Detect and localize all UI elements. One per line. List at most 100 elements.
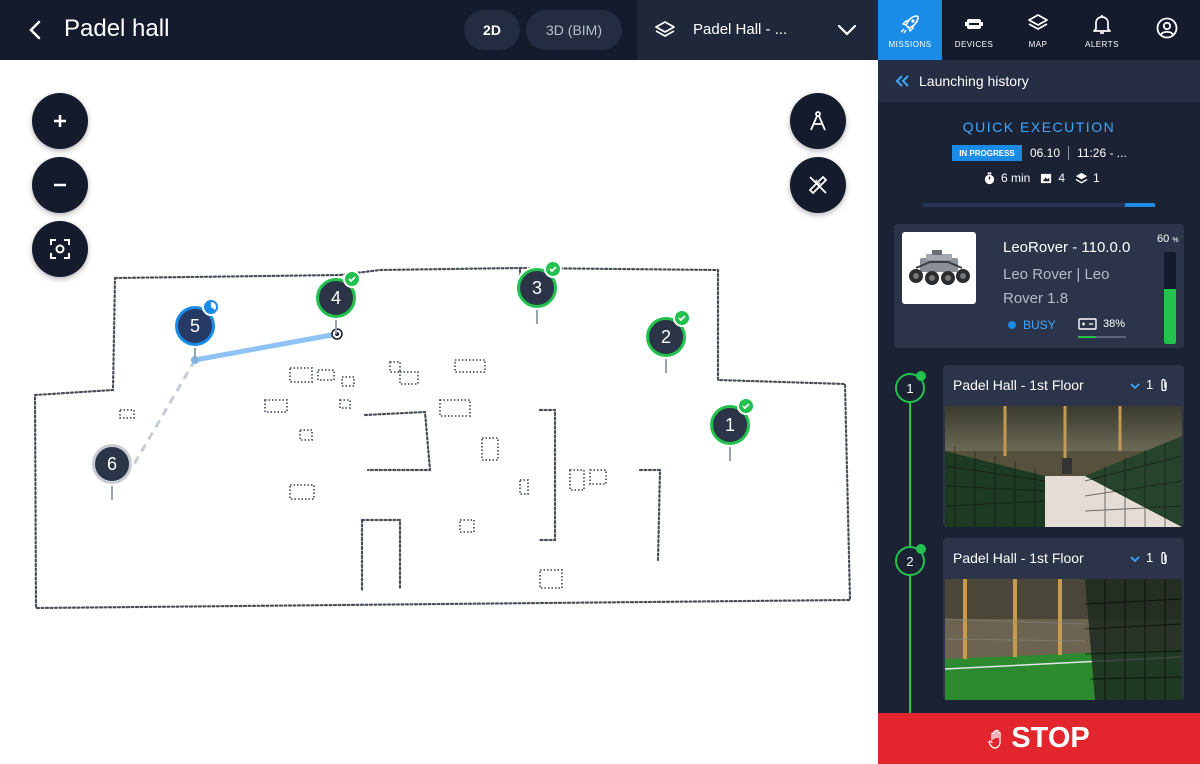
stop-button[interactable]: STOP	[878, 713, 1200, 764]
waypoint-stem	[335, 316, 337, 334]
attachment-count: 1	[1146, 550, 1154, 565]
launching-history-link[interactable]: Launching history	[878, 60, 1200, 102]
ruler-pencil-icon	[808, 175, 828, 195]
waypoint-stem	[665, 355, 667, 373]
photos-icon	[1041, 173, 1052, 183]
check-icon	[343, 270, 361, 288]
waypoint-stem	[536, 306, 538, 324]
rocket-icon	[900, 14, 919, 33]
duration-value: 6 min	[1001, 171, 1031, 185]
back-button[interactable]	[22, 16, 50, 44]
floor-plan-wall	[360, 518, 402, 592]
level-value: 60	[1157, 233, 1170, 245]
main-nav: MISSIONS DEVICES MAP ALERTS	[878, 0, 1200, 60]
floor-select-value: Padel Hall - ...	[693, 21, 788, 38]
step-number-value: 2	[906, 553, 914, 569]
nav-label: MISSIONS	[888, 39, 932, 49]
battery-icon	[1078, 318, 1097, 330]
stopwatch-icon	[984, 171, 995, 184]
battery-value: 38%	[1103, 318, 1126, 330]
waypoint-1[interactable]: 1	[708, 397, 755, 465]
waypoint-5[interactable]: 5	[173, 298, 220, 366]
level-gauge	[1164, 252, 1176, 344]
floor-plan-wall	[363, 410, 432, 472]
step-photo[interactable]	[945, 579, 1182, 700]
minus-icon	[54, 183, 66, 187]
app-root: Padel hall 2D 3D (BIM) Padel Hall - ... …	[0, 0, 1200, 764]
mission-date: 06.10	[1030, 146, 1061, 160]
zoom-out-button[interactable]	[32, 157, 88, 213]
view-2d-button[interactable]: 2D	[464, 10, 520, 50]
page-title: Padel hall	[64, 15, 170, 42]
robot-name: LeoRover - 110.0.0	[1003, 239, 1131, 256]
compass-icon	[810, 111, 826, 131]
profile-button[interactable]	[1134, 0, 1200, 60]
mission-progress-fill	[1124, 203, 1155, 207]
waypoint-3[interactable]: 3	[515, 260, 562, 328]
check-icon	[673, 309, 691, 327]
layers-value: 1	[1093, 171, 1100, 185]
paperclip-icon[interactable]	[1159, 378, 1169, 394]
recenter-button[interactable]	[32, 221, 88, 277]
map-canvas[interactable]: 1 2 3 4 5 6	[0, 60, 878, 764]
edit-tools-button[interactable]	[790, 157, 846, 213]
devices-icon	[965, 18, 983, 29]
nav-missions[interactable]: MISSIONS	[878, 0, 942, 60]
robot-status: BUSY	[1008, 318, 1056, 332]
step-title: Padel Hall - 1st Floor	[953, 377, 1084, 393]
robot-card[interactable]: LeoRover - 110.0.0 Leo Rover | Leo Rover…	[894, 224, 1184, 348]
waypoint-number: 3	[531, 277, 542, 298]
step-card[interactable]: Padel Hall - 1st Floor 1	[943, 365, 1184, 527]
paperclip-icon[interactable]	[1159, 551, 1169, 567]
rover-image	[909, 250, 970, 285]
duration-stat: 6 min	[983, 171, 1030, 185]
focus-icon	[50, 239, 70, 259]
status-dot	[1008, 321, 1016, 329]
waypoint-stem	[111, 482, 113, 500]
nav-devices[interactable]: DEVICES	[942, 0, 1006, 60]
battery-bar	[1078, 336, 1126, 338]
nav-map[interactable]: MAP	[1006, 0, 1070, 60]
chevron-down-icon[interactable]	[1129, 381, 1141, 391]
waypoint-stem	[194, 344, 196, 362]
waypoint-2[interactable]: 2	[644, 309, 691, 377]
measure-button[interactable]	[790, 93, 846, 149]
top-bar: Padel hall 2D 3D (BIM) Padel Hall - ...	[0, 0, 878, 60]
view-3d-button[interactable]: 3D (BIM)	[526, 10, 622, 50]
layers-stat: 1	[1075, 171, 1100, 185]
layers-icon	[1028, 13, 1048, 30]
level-unit: %	[1172, 237, 1179, 244]
check-icon	[737, 397, 755, 415]
chevron-left-icon	[29, 20, 41, 40]
waypoint-6[interactable]: 6	[90, 442, 134, 504]
waypoint-number: 6	[106, 453, 117, 474]
waypoint-number: 2	[660, 326, 671, 347]
waypoint-stem	[729, 443, 731, 461]
step-number: 2	[895, 544, 926, 576]
step-card[interactable]: Padel Hall - 1st Floor 1	[943, 538, 1184, 700]
floor-plan-wall	[638, 468, 662, 562]
robot-status-label: BUSY	[1023, 318, 1056, 332]
step-photo[interactable]	[945, 406, 1182, 527]
waypoint-number: 5	[189, 315, 200, 336]
attachment-count: 1	[1146, 377, 1154, 392]
nav-label: DEVICES	[954, 39, 994, 49]
check-icon	[916, 544, 926, 554]
mission-panel: Launching history QUICK EXECUTION IN PRO…	[878, 60, 1200, 764]
chevron-down-icon[interactable]	[1129, 554, 1141, 564]
chevrons-left-icon	[895, 75, 909, 87]
nav-alerts[interactable]: ALERTS	[1070, 0, 1134, 60]
nav-label: MAP	[1028, 39, 1048, 49]
stop-label: STOP	[1011, 722, 1090, 754]
layers-icon	[655, 21, 675, 37]
divider	[1068, 146, 1069, 160]
robot-image	[902, 232, 976, 304]
waypoint-4[interactable]: 4	[314, 270, 361, 338]
progress-pie-icon	[202, 298, 220, 316]
waypoint-number: 1	[724, 414, 735, 435]
floor-select[interactable]: Padel Hall - ...	[637, 0, 878, 60]
photos-value: 4	[1058, 171, 1066, 185]
zoom-in-button[interactable]	[32, 93, 88, 149]
mission-progress-bar	[923, 203, 1155, 207]
robot-model: Leo Rover | Leo Rover 1.8	[1003, 266, 1110, 307]
